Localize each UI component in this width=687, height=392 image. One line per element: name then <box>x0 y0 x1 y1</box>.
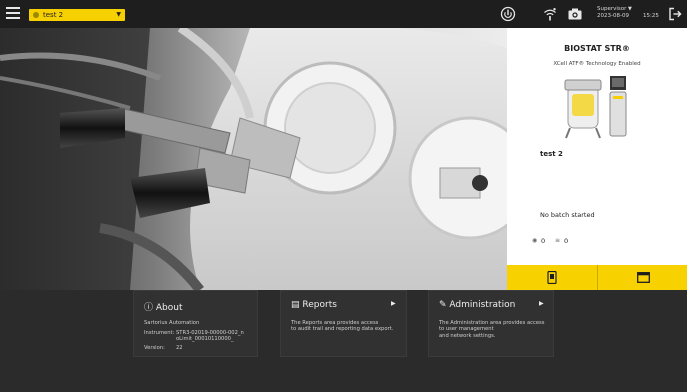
administration-title: Administration <box>449 300 516 310</box>
unit-selector-label: test 2 <box>43 11 64 19</box>
administration-header: ✎ Administration <box>439 300 515 310</box>
unit-info-panel: BIOSTAT STR® XCell ATF® Technology Enabl… <box>507 28 687 265</box>
event-count: 0 <box>564 237 569 245</box>
batch-status: No batch started <box>540 211 595 219</box>
reports-icon: ▤ <box>291 300 300 310</box>
version-value: 22 <box>176 345 183 351</box>
event-icon: ≡ <box>555 237 561 244</box>
administration-description: The Administration area provides access … <box>439 320 545 339</box>
instrument-label: Instrument: <box>144 330 175 336</box>
bioreactor-image <box>560 74 636 140</box>
version-label: Version: <box>144 345 165 351</box>
about-panel[interactable]: ⓘ About Sartorius Automation Instrument:… <box>133 290 258 357</box>
administration-panel[interactable]: ✎ Administration ▶ The Administration ar… <box>428 290 554 357</box>
menu-icon[interactable] <box>6 7 20 19</box>
unit-selector[interactable]: test 2 ▼ <box>29 9 125 21</box>
window-icon[interactable] <box>637 272 650 283</box>
unit-status-icon <box>33 12 39 18</box>
bioreactor-photo <box>0 28 507 290</box>
reports-panel[interactable]: ▤ Reports ▶ The Reports area provides ac… <box>280 290 407 357</box>
user-info[interactable]: Supervisor 2023-08-09 <box>597 6 641 20</box>
chevron-right-icon[interactable]: ▶ <box>539 300 544 307</box>
mobile-device-icon[interactable] <box>547 271 557 284</box>
chevron-down-icon: ▼ <box>116 11 121 18</box>
reports-title: Reports <box>302 300 337 310</box>
product-subtitle: XCell ATF® Technology Enabled <box>553 61 641 67</box>
unit-action-bar <box>507 265 687 290</box>
camera-icon[interactable] <box>568 8 582 20</box>
company-name: Sartorius Automation <box>144 320 200 326</box>
instrument-value: STR3-02019-00000-002_n oLimit_0001011000… <box>176 330 244 343</box>
about-title: About <box>155 303 183 313</box>
reports-description: The Reports area provides access to audi… <box>291 320 394 333</box>
alarm-icon: ◉ <box>532 237 538 244</box>
chevron-right-icon[interactable]: ▶ <box>391 300 396 307</box>
current-time: 15:25 <box>643 13 659 19</box>
unit-name: test 2 <box>540 150 563 158</box>
user-role: Supervisor <box>597 6 627 12</box>
wifi-icon[interactable] <box>543 7 557 21</box>
info-icon: ⓘ <box>144 303 154 313</box>
reports-header: ▤ Reports <box>291 300 337 310</box>
user-chevron-down-icon[interactable]: ▼ <box>628 6 632 12</box>
wrench-icon: ✎ <box>439 300 447 310</box>
top-bar: test 2 ▼ Supervisor 2023-08-09 ▼ 15:25 <box>0 0 687 28</box>
alarm-count: 0 <box>541 237 546 245</box>
current-date: 2023-08-09 <box>597 13 629 19</box>
product-title: BIOSTAT STR® <box>564 44 630 53</box>
power-icon[interactable] <box>500 6 516 22</box>
logout-icon[interactable] <box>668 7 682 21</box>
about-header: ⓘ About <box>144 300 183 313</box>
